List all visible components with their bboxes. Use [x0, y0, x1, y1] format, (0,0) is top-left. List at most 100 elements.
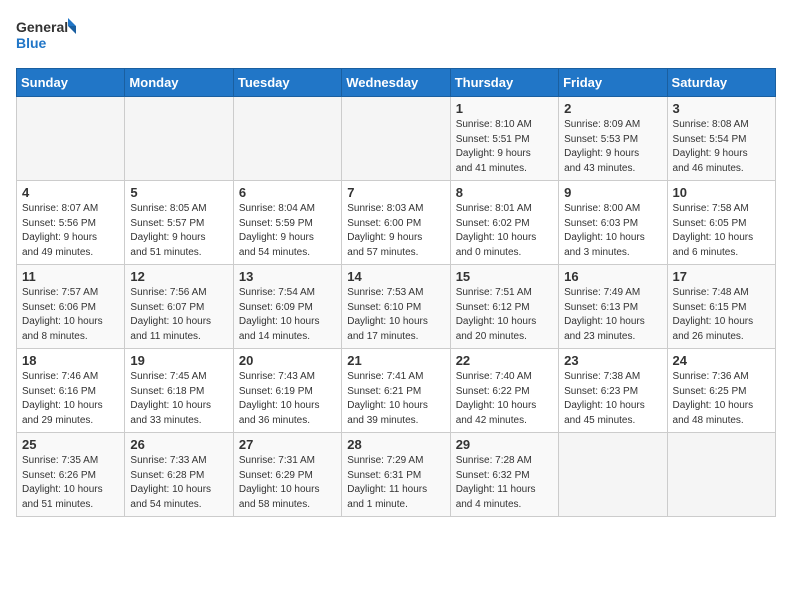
day-info: Sunrise: 8:09 AM Sunset: 5:53 PM Dayligh…: [564, 118, 661, 176]
calendar-cell: 18 Sunrise: 7:46 AM Sunset: 6:16 PM Dayli…: [17, 349, 125, 433]
day-info: Sunrise: 7:29 AM Sunset: 6:31 PM Dayligh…: [347, 454, 444, 512]
day-info: Sunrise: 7:33 AM Sunset: 6:28 PM Dayligh…: [130, 454, 227, 512]
day-number: 21: [347, 353, 444, 368]
day-number: 25: [22, 437, 119, 452]
day-info: Sunrise: 7:40 AM Sunset: 6:22 PM Dayligh…: [456, 370, 553, 428]
day-info: Sunrise: 8:01 AM Sunset: 6:02 PM Dayligh…: [456, 202, 553, 260]
day-number: 17: [673, 269, 770, 284]
day-number: 4: [22, 185, 119, 200]
day-header-saturday: Saturday: [667, 69, 775, 97]
week-row-4: 18 Sunrise: 7:46 AM Sunset: 6:16 PM Dayli…: [17, 349, 776, 433]
calendar-cell: 14 Sunrise: 7:53 AM Sunset: 6:10 PM Dayli…: [342, 265, 450, 349]
day-number: 28: [347, 437, 444, 452]
calendar-cell: 9Sunrise: 8:00 AM Sunset: 6:03 PM Daylig…: [559, 181, 667, 265]
day-number: 7: [347, 185, 444, 200]
day-number: 9: [564, 185, 661, 200]
calendar-cell: 5 Sunrise: 8:05 AM Sunset: 5:57 PM Daylig…: [125, 181, 233, 265]
day-header-friday: Friday: [559, 69, 667, 97]
calendar-table: SundayMondayTuesdayWednesdayThursdayFrid…: [16, 68, 776, 517]
svg-text:General: General: [16, 19, 68, 35]
logo-svg: GeneralBlue: [16, 16, 76, 56]
day-number: 3: [673, 101, 770, 116]
week-row-2: 4 Sunrise: 8:07 AM Sunset: 5:56 PM Daylig…: [17, 181, 776, 265]
day-number: 2: [564, 101, 661, 116]
logo: GeneralBlue: [16, 16, 76, 56]
day-info: Sunrise: 7:51 AM Sunset: 6:12 PM Dayligh…: [456, 286, 553, 344]
day-info: Sunrise: 7:28 AM Sunset: 6:32 PM Dayligh…: [456, 454, 553, 512]
day-info: Sunrise: 8:03 AM Sunset: 6:00 PM Dayligh…: [347, 202, 444, 260]
day-info: Sunrise: 7:45 AM Sunset: 6:18 PM Dayligh…: [130, 370, 227, 428]
calendar-cell: [342, 97, 450, 181]
calendar-cell: 11Sunrise: 7:57 AM Sunset: 6:06 PM Dayli…: [17, 265, 125, 349]
header-row: SundayMondayTuesdayWednesdayThursdayFrid…: [17, 69, 776, 97]
day-number: 14: [347, 269, 444, 284]
day-number: 22: [456, 353, 553, 368]
day-number: 16: [564, 269, 661, 284]
day-info: Sunrise: 7:31 AM Sunset: 6:29 PM Dayligh…: [239, 454, 336, 512]
calendar-cell: 13Sunrise: 7:54 AM Sunset: 6:09 PM Dayli…: [233, 265, 341, 349]
calendar-cell: 25 Sunrise: 7:35 AM Sunset: 6:26 PM Dayli…: [17, 433, 125, 517]
day-number: 26: [130, 437, 227, 452]
calendar-cell: 3 Sunrise: 8:08 AM Sunset: 5:54 PM Daylig…: [667, 97, 775, 181]
week-row-1: 1 Sunrise: 8:10 AM Sunset: 5:51 PM Daylig…: [17, 97, 776, 181]
calendar-cell: 20 Sunrise: 7:43 AM Sunset: 6:19 PM Dayli…: [233, 349, 341, 433]
day-info: Sunrise: 7:41 AM Sunset: 6:21 PM Dayligh…: [347, 370, 444, 428]
calendar-cell: 23Sunrise: 7:38 AM Sunset: 6:23 PM Dayli…: [559, 349, 667, 433]
calendar-cell: 19 Sunrise: 7:45 AM Sunset: 6:18 PM Dayli…: [125, 349, 233, 433]
calendar-cell: 21 Sunrise: 7:41 AM Sunset: 6:21 PM Dayli…: [342, 349, 450, 433]
calendar-cell: 10 Sunrise: 7:58 AM Sunset: 6:05 PM Dayli…: [667, 181, 775, 265]
day-info: Sunrise: 8:05 AM Sunset: 5:57 PM Dayligh…: [130, 202, 227, 260]
calendar-cell: 29 Sunrise: 7:28 AM Sunset: 6:32 PM Dayli…: [450, 433, 558, 517]
calendar-cell: 15 Sunrise: 7:51 AM Sunset: 6:12 PM Dayli…: [450, 265, 558, 349]
day-number: 6: [239, 185, 336, 200]
day-info: Sunrise: 7:38 AM Sunset: 6:23 PM Dayligh…: [564, 370, 661, 428]
day-info: Sunrise: 7:35 AM Sunset: 6:26 PM Dayligh…: [22, 454, 119, 512]
day-info: Sunrise: 7:54 AM Sunset: 6:09 PM Dayligh…: [239, 286, 336, 344]
day-number: 15: [456, 269, 553, 284]
day-info: Sunrise: 7:53 AM Sunset: 6:10 PM Dayligh…: [347, 286, 444, 344]
day-header-sunday: Sunday: [17, 69, 125, 97]
day-number: 19: [130, 353, 227, 368]
day-number: 27: [239, 437, 336, 452]
day-header-monday: Monday: [125, 69, 233, 97]
calendar-cell: 4 Sunrise: 8:07 AM Sunset: 5:56 PM Daylig…: [17, 181, 125, 265]
calendar-cell: [125, 97, 233, 181]
day-number: 5: [130, 185, 227, 200]
day-number: 18: [22, 353, 119, 368]
calendar-cell: 12 Sunrise: 7:56 AM Sunset: 6:07 PM Dayli…: [125, 265, 233, 349]
calendar-cell: 22 Sunrise: 7:40 AM Sunset: 6:22 PM Dayli…: [450, 349, 558, 433]
day-info: Sunrise: 7:36 AM Sunset: 6:25 PM Dayligh…: [673, 370, 770, 428]
day-number: 10: [673, 185, 770, 200]
calendar-cell: 28 Sunrise: 7:29 AM Sunset: 6:31 PM Dayli…: [342, 433, 450, 517]
day-info: Sunrise: 7:58 AM Sunset: 6:05 PM Dayligh…: [673, 202, 770, 260]
calendar-cell: 16Sunrise: 7:49 AM Sunset: 6:13 PM Dayli…: [559, 265, 667, 349]
day-number: 29: [456, 437, 553, 452]
day-info: Sunrise: 7:57 AM Sunset: 6:06 PM Dayligh…: [22, 286, 119, 344]
calendar-cell: [233, 97, 341, 181]
day-info: Sunrise: 7:43 AM Sunset: 6:19 PM Dayligh…: [239, 370, 336, 428]
calendar-cell: 27 Sunrise: 7:31 AM Sunset: 6:29 PM Dayli…: [233, 433, 341, 517]
day-header-tuesday: Tuesday: [233, 69, 341, 97]
page-header: GeneralBlue: [16, 16, 776, 56]
day-info: Sunrise: 8:10 AM Sunset: 5:51 PM Dayligh…: [456, 118, 553, 176]
calendar-cell: 6 Sunrise: 8:04 AM Sunset: 5:59 PM Daylig…: [233, 181, 341, 265]
calendar-cell: 1 Sunrise: 8:10 AM Sunset: 5:51 PM Daylig…: [450, 97, 558, 181]
day-header-thursday: Thursday: [450, 69, 558, 97]
day-number: 24: [673, 353, 770, 368]
day-number: 1: [456, 101, 553, 116]
calendar-cell: [667, 433, 775, 517]
day-info: Sunrise: 7:46 AM Sunset: 6:16 PM Dayligh…: [22, 370, 119, 428]
day-number: 20: [239, 353, 336, 368]
calendar-cell: 17 Sunrise: 7:48 AM Sunset: 6:15 PM Dayli…: [667, 265, 775, 349]
day-info: Sunrise: 7:48 AM Sunset: 6:15 PM Dayligh…: [673, 286, 770, 344]
calendar-cell: 2 Sunrise: 8:09 AM Sunset: 5:53 PM Daylig…: [559, 97, 667, 181]
day-info: Sunrise: 8:04 AM Sunset: 5:59 PM Dayligh…: [239, 202, 336, 260]
calendar-cell: 8Sunrise: 8:01 AM Sunset: 6:02 PM Daylig…: [450, 181, 558, 265]
calendar-cell: 7 Sunrise: 8:03 AM Sunset: 6:00 PM Daylig…: [342, 181, 450, 265]
day-number: 12: [130, 269, 227, 284]
day-info: Sunrise: 8:08 AM Sunset: 5:54 PM Dayligh…: [673, 118, 770, 176]
calendar-cell: 26 Sunrise: 7:33 AM Sunset: 6:28 PM Dayli…: [125, 433, 233, 517]
week-row-3: 11Sunrise: 7:57 AM Sunset: 6:06 PM Dayli…: [17, 265, 776, 349]
day-info: Sunrise: 8:07 AM Sunset: 5:56 PM Dayligh…: [22, 202, 119, 260]
day-info: Sunrise: 7:56 AM Sunset: 6:07 PM Dayligh…: [130, 286, 227, 344]
